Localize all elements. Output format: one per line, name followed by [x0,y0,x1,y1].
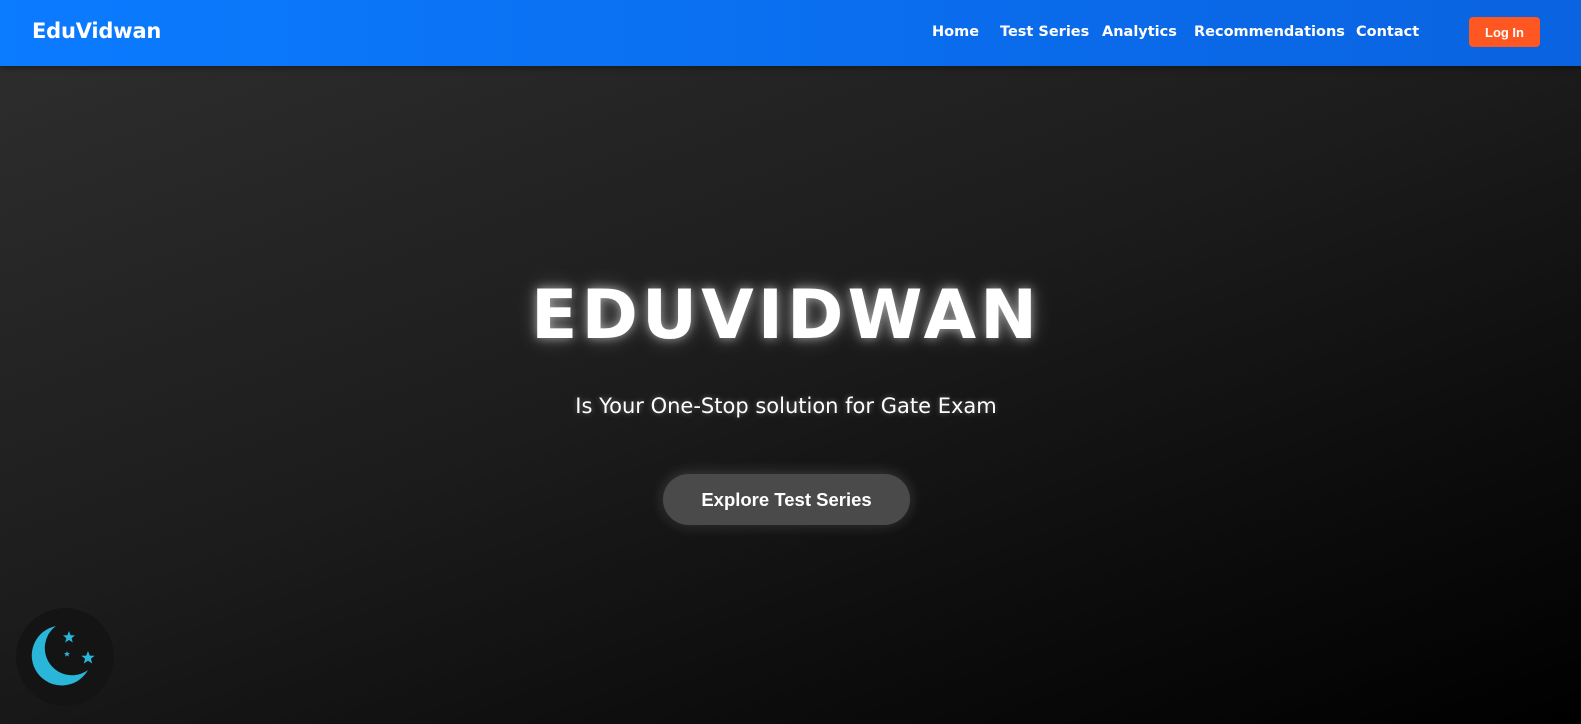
theme-toggle-button[interactable] [16,608,114,706]
nav-link-contact[interactable]: Contact [1356,24,1419,40]
nav-links: Home Test Series Analytics Recommendatio… [0,24,1581,44]
hero-subtitle: Is Your One-Stop solution for Gate Exam [575,394,997,418]
hero-title: EDUVIDWAN [531,276,1041,355]
nav-link-home[interactable]: Home [932,24,979,40]
explore-test-series-button[interactable]: Explore Test Series [663,474,910,525]
nav-link-analytics[interactable]: Analytics [1102,24,1177,40]
hero-section: EDUVIDWAN Is Your One-Stop solution for … [0,66,1581,724]
moon-stars-icon [31,626,95,686]
nav-link-recommendations[interactable]: Recommendations [1194,24,1345,40]
login-button[interactable]: Log In [1469,17,1540,47]
page: EduVidwan Home Test Series Analytics Rec… [0,0,1581,724]
nav-link-test-series[interactable]: Test Series [1000,24,1089,40]
navbar: EduVidwan Home Test Series Analytics Rec… [0,0,1581,66]
